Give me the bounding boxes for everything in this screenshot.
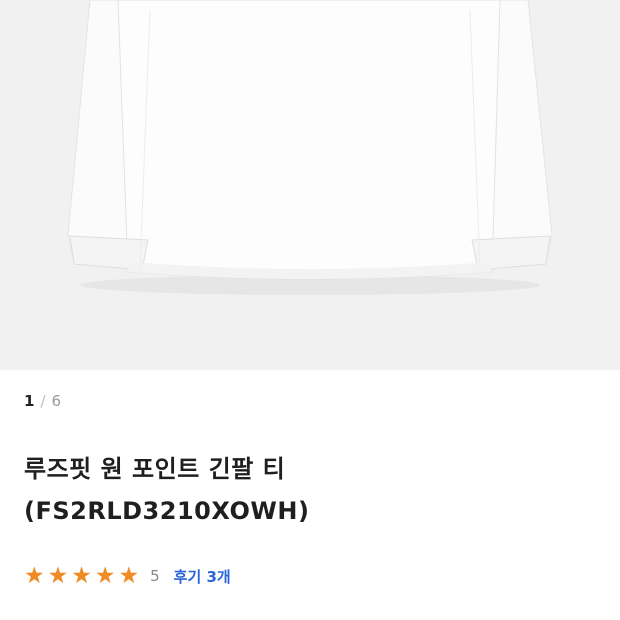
product-code: (FS2RLD3210XOWH) (24, 497, 310, 525)
star-icon: ★ (47, 563, 69, 589)
star-icon: ★ (24, 563, 45, 589)
image-pager: 1 / 6 (24, 392, 61, 410)
star-icon: ★ (71, 563, 92, 589)
reviews-link[interactable]: 후기 3개 (174, 566, 231, 587)
product-title: 루즈핏 원 포인트 긴팔 티 (FS2RLD3210XOWH) (24, 448, 309, 532)
rating-row: ★ ★ ★ ★ ★ 5 후기 3개 (24, 562, 231, 590)
star-icon: ★ (94, 563, 116, 589)
white-longsleeve-tee-image (67, 0, 553, 295)
pager-current: 1 (24, 392, 35, 410)
product-name: 루즈핏 원 포인트 긴팔 티 (24, 455, 286, 483)
rating-score: 5 (150, 567, 160, 585)
star-icon: ★ (118, 563, 140, 589)
star-rating: ★ ★ ★ ★ ★ (24, 562, 142, 590)
product-image[interactable] (0, 0, 620, 370)
pager-total: 6 (51, 392, 62, 410)
pager-separator: / (40, 392, 46, 410)
